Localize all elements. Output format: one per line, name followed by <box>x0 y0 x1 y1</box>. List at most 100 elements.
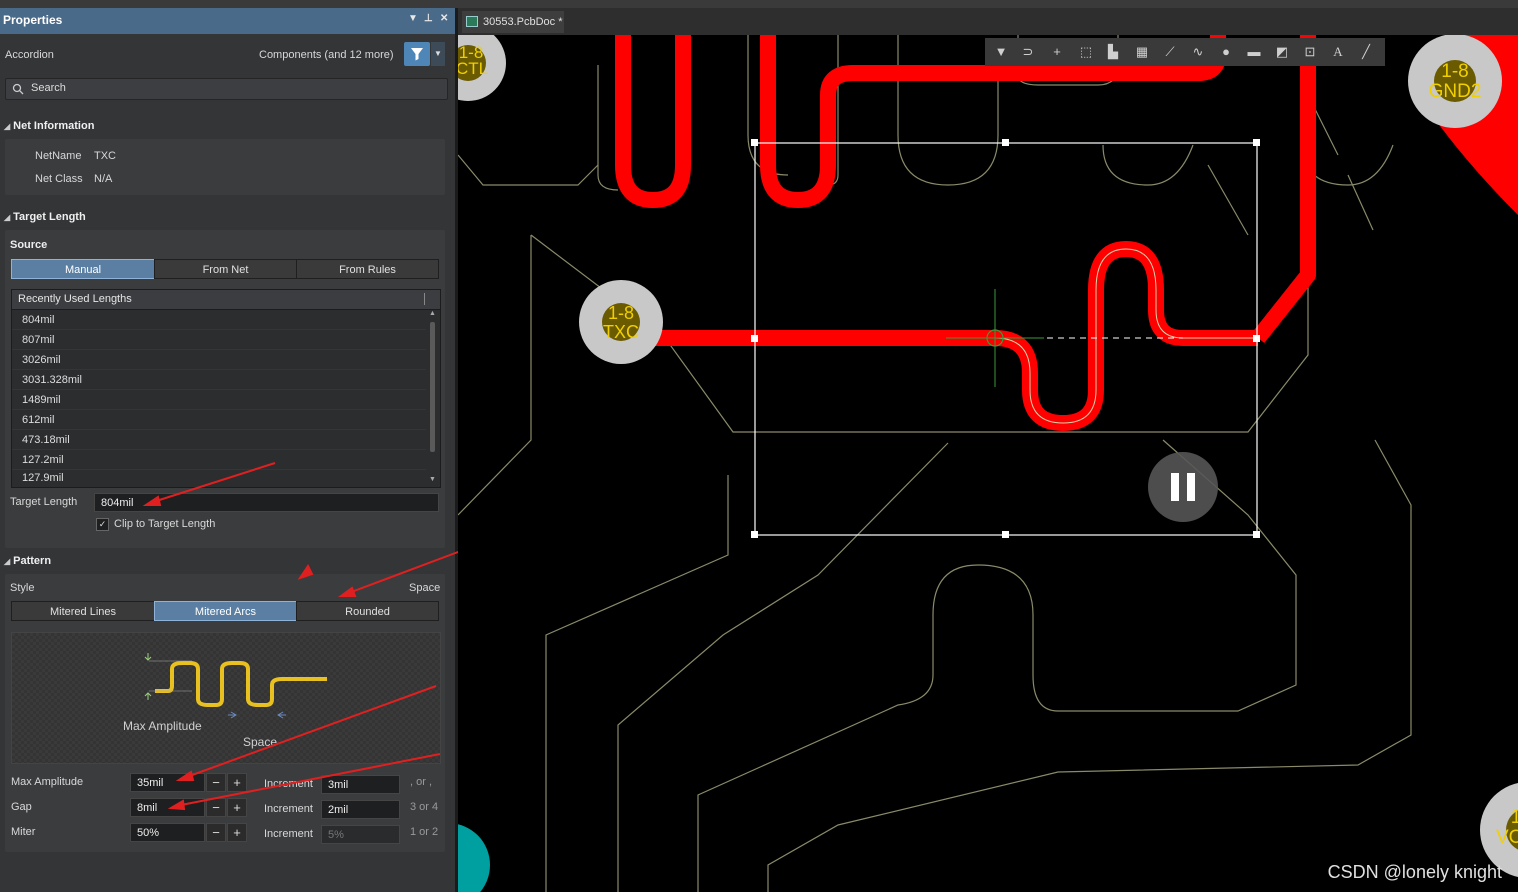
gap-increment-input[interactable]: 2mil <box>321 800 400 819</box>
max-amplitude-input[interactable]: 35mil <box>130 773 205 792</box>
filter-summary: Components (and 12 more) <box>259 49 394 61</box>
miter-label: Miter <box>11 826 36 838</box>
pin-icon[interactable]: ● <box>1216 42 1236 62</box>
miter-increment-button[interactable]: + <box>227 823 247 842</box>
document-tab-bar: 30553.PcbDoc * <box>458 8 1518 35</box>
list-item[interactable]: 612mil <box>12 410 426 430</box>
max-amplitude-shortcut-hint: , or , <box>410 776 433 788</box>
route-icon[interactable]: ⊃ <box>1018 42 1038 62</box>
watermark: CSDN @lonely knight <box>1327 862 1502 882</box>
source-from-net-button[interactable]: From Net <box>154 259 297 279</box>
document-tab-title: 30553.PcbDoc * <box>483 16 563 28</box>
filter-dropdown-button[interactable]: ▼ <box>431 42 445 66</box>
target-length-header[interactable]: ◢ Target Length <box>4 211 86 223</box>
netclass-value: N/A <box>94 173 113 185</box>
fill-icon[interactable]: ▬ <box>1244 42 1264 62</box>
gap-decrement-button[interactable]: − <box>206 798 226 817</box>
pattern-title: Pattern <box>13 555 52 567</box>
source-label: Source <box>10 239 48 251</box>
net-information-title: Net Information <box>13 120 95 132</box>
list-item[interactable]: 1489mil <box>12 390 426 410</box>
increment-label: Increment <box>264 828 313 840</box>
list-item[interactable]: 3026mil <box>12 350 426 370</box>
max-amplitude-increment-button[interactable]: + <box>227 773 247 792</box>
pcb-canvas[interactable]: 1-8CTL 1-8TXC 1-8GND2 1VCC <box>458 35 1518 892</box>
clip-to-target-checkbox[interactable]: ✓ <box>96 518 109 531</box>
interactive-route-icon[interactable]: ⟋ <box>1160 42 1180 62</box>
panel-title-bar: Properties ▼ ⊥ ✕ <box>0 8 455 34</box>
component-icon[interactable]: ▦ <box>1132 42 1152 62</box>
max-amplitude-increment-input[interactable]: 3mil <box>321 775 400 794</box>
list-item[interactable]: 127.9mil <box>12 470 426 486</box>
list-item[interactable]: 127.2mil <box>12 450 426 470</box>
gap-increment-button[interactable]: + <box>227 798 247 817</box>
panel-title: Properties <box>3 13 63 27</box>
list-item[interactable]: 807mil <box>12 330 426 350</box>
search-input[interactable]: Search <box>5 78 448 100</box>
recent-lengths-list[interactable]: Recently Used Lengths 804mil 807mil 3026… <box>11 289 441 488</box>
netname-label: NetName <box>35 150 82 162</box>
text-icon[interactable]: A <box>1328 42 1348 62</box>
miter-shortcut-hint: 1 or 2 <box>410 826 439 838</box>
filter-icon[interactable]: ▼ <box>991 42 1011 62</box>
panel-menu-icon[interactable]: ▼ <box>408 13 418 24</box>
netname-value: TXC <box>94 150 116 162</box>
source-from-rules-button[interactable]: From Rules <box>296 259 439 279</box>
style-label: Style <box>10 582 35 594</box>
align-icon[interactable]: ▙ <box>1103 42 1123 62</box>
net-information-box: NetName TXC Net Class N/A <box>5 139 445 195</box>
list-item[interactable]: 473.18mil <box>12 430 426 450</box>
miter-decrement-button[interactable]: − <box>206 823 226 842</box>
miter-input[interactable]: 50% <box>130 823 205 842</box>
diff-pair-icon[interactable]: ∿ <box>1188 42 1208 62</box>
collapse-triangle-icon: ◢ <box>4 213 11 222</box>
close-icon[interactable]: ✕ <box>440 13 448 24</box>
dimension-icon[interactable]: ⊡ <box>1300 42 1320 62</box>
preview-max-amplitude-label: Max Amplitude <box>123 719 202 733</box>
max-amplitude-label: Max Amplitude <box>11 776 84 788</box>
document-tab[interactable]: 30553.PcbDoc * <box>462 11 564 33</box>
preview-space-label: Space <box>243 735 278 749</box>
properties-panel: Properties ▼ ⊥ ✕ Accordion Components (a… <box>0 8 455 892</box>
select-rect-icon[interactable]: ⬚ <box>1076 42 1096 62</box>
cross-icon[interactable]: + <box>1047 42 1067 62</box>
scroll-thumb[interactable] <box>430 322 435 452</box>
pad-label-gnd2: 1-8 GND2 <box>1428 61 1482 102</box>
list-item[interactable]: 3031.328mil <box>12 370 426 390</box>
collapse-triangle-icon: ◢ <box>4 557 11 566</box>
top-strip <box>0 0 1518 8</box>
collapse-triangle-icon: ◢ <box>4 122 11 131</box>
max-amplitude-decrement-button[interactable]: − <box>206 773 226 792</box>
space-label: Space <box>409 582 441 594</box>
style-rounded-button[interactable]: Rounded <box>296 601 439 621</box>
pin-icon[interactable]: ⊥ <box>424 13 433 24</box>
target-length-input[interactable]: 804mil <box>94 493 439 512</box>
net-information-header[interactable]: ◢ Net Information <box>4 120 94 132</box>
filter-icon <box>411 48 423 61</box>
clip-to-target-label: Clip to Target Length <box>114 518 216 530</box>
pcb-layout <box>458 35 1518 892</box>
target-length-label: Target Length <box>10 496 78 508</box>
style-mitered-lines-button[interactable]: Mitered Lines <box>11 601 155 621</box>
source-manual-button[interactable]: Manual <box>11 259 155 279</box>
style-mitered-arcs-button[interactable]: Mitered Arcs <box>154 601 297 621</box>
list-scrollbar[interactable]: ▲ ▼ <box>428 310 438 486</box>
pattern-header[interactable]: ◢ Pattern <box>4 555 51 567</box>
scroll-up-icon[interactable]: ▲ <box>429 310 436 317</box>
gap-input[interactable]: 8mil <box>130 798 205 817</box>
column-divider <box>424 293 425 305</box>
scroll-down-icon[interactable]: ▼ <box>429 476 436 483</box>
miter-increment-input[interactable]: 5% <box>321 825 400 844</box>
filter-button[interactable] <box>404 42 430 66</box>
line-icon[interactable]: ╱ <box>1356 42 1376 62</box>
list-item[interactable]: 804mil <box>12 310 426 330</box>
pad-label-ctl: 1-8 CTL <box>458 43 489 78</box>
region-icon[interactable]: ◩ <box>1272 42 1292 62</box>
search-icon <box>12 83 24 95</box>
pause-button[interactable] <box>1148 452 1218 522</box>
pad-label-vcc: 1VCC <box>1495 807 1518 848</box>
active-bar-toolbar: ▼ ⊃ + ⬚ ▙ ▦ ⟋ ∿ ● ▬ ◩ ⊡ A ╱ <box>985 38 1385 66</box>
pad-label-txc: 1-8 TXC <box>603 303 639 342</box>
target-length-title: Target Length <box>13 211 86 223</box>
recent-lengths-header-label: Recently Used Lengths <box>18 293 132 305</box>
